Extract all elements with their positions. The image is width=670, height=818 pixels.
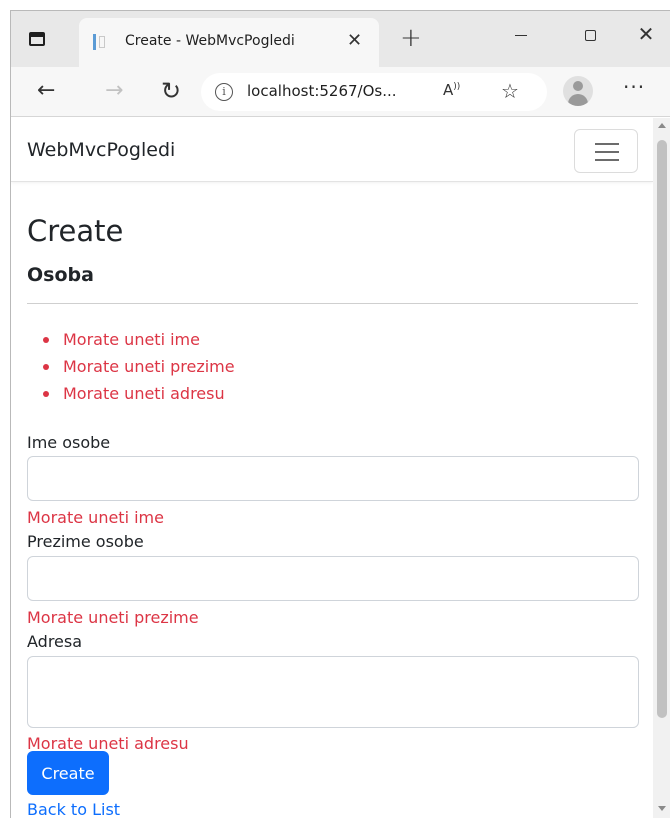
ime-label: Ime osobe (27, 433, 111, 452)
browser-window: Create - WebMvcPogledi ✕ + ✕ ← → ↻ i loc… (10, 10, 670, 818)
validation-summary: Morate uneti ime Morate uneti prezime Mo… (27, 326, 235, 407)
adresa-textarea[interactable] (27, 656, 639, 728)
address-text[interactable]: localhost:5267/Os... (247, 82, 397, 100)
reload-icon[interactable]: ↻ (161, 79, 181, 103)
tab-title: Create - WebMvcPogledi (125, 33, 295, 49)
divider (27, 303, 638, 304)
adresa-label: Adresa (27, 632, 83, 651)
add-favorite-icon[interactable]: ☆ (501, 79, 519, 103)
ime-input[interactable] (27, 456, 639, 501)
scroll-up-icon[interactable] (658, 123, 666, 128)
scrollbar-thumb[interactable] (657, 140, 667, 718)
prezime-input[interactable] (27, 556, 639, 601)
forward-arrow-icon[interactable]: → (105, 79, 123, 103)
window-close-button[interactable]: ✕ (626, 19, 666, 53)
validation-summary-item: Morate uneti ime (27, 326, 235, 353)
address-bar[interactable]: i localhost:5267/Os... A)) ☆ (201, 73, 547, 111)
scroll-down-icon[interactable] (658, 806, 666, 811)
new-tab-icon[interactable]: + (400, 25, 422, 51)
validation-summary-item: Morate uneti prezime (27, 353, 235, 380)
page-scrollbar[interactable] (653, 118, 670, 818)
tab-close-icon[interactable]: ✕ (347, 30, 362, 52)
read-aloud-icon[interactable]: A)) (443, 81, 460, 99)
browser-tab[interactable]: Create - WebMvcPogledi ✕ (79, 18, 379, 67)
page-subtitle: Osoba (27, 264, 94, 286)
navbar-brand[interactable]: WebMvcPogledi (27, 139, 175, 161)
ime-error: Morate uneti ime (27, 508, 164, 527)
back-arrow-icon[interactable]: ← (37, 79, 55, 103)
validation-summary-item: Morate uneti adresu (27, 380, 235, 407)
maximize-button[interactable] (571, 19, 611, 53)
site-navbar: WebMvcPogledi (11, 118, 653, 182)
page-favicon-icon (93, 34, 107, 50)
create-button[interactable]: Create (27, 751, 109, 795)
title-bar: Create - WebMvcPogledi ✕ + ✕ (11, 11, 670, 67)
more-options-icon[interactable]: ··· (623, 75, 645, 99)
minimize-button[interactable] (501, 19, 541, 53)
tab-actions-icon[interactable] (29, 32, 45, 46)
prezime-label: Prezime osobe (27, 532, 144, 551)
back-to-list-link[interactable]: Back to List (27, 800, 120, 818)
prezime-error: Morate uneti prezime (27, 608, 199, 627)
site-info-icon[interactable]: i (215, 83, 233, 101)
page-viewport: WebMvcPogledi Create Osoba Morate uneti … (11, 118, 653, 818)
profile-avatar-icon[interactable] (563, 76, 593, 106)
navbar-toggler-button[interactable] (574, 129, 638, 173)
page-title: Create (27, 214, 124, 248)
browser-toolbar: ← → ↻ i localhost:5267/Os... A)) ☆ ··· (11, 67, 670, 117)
